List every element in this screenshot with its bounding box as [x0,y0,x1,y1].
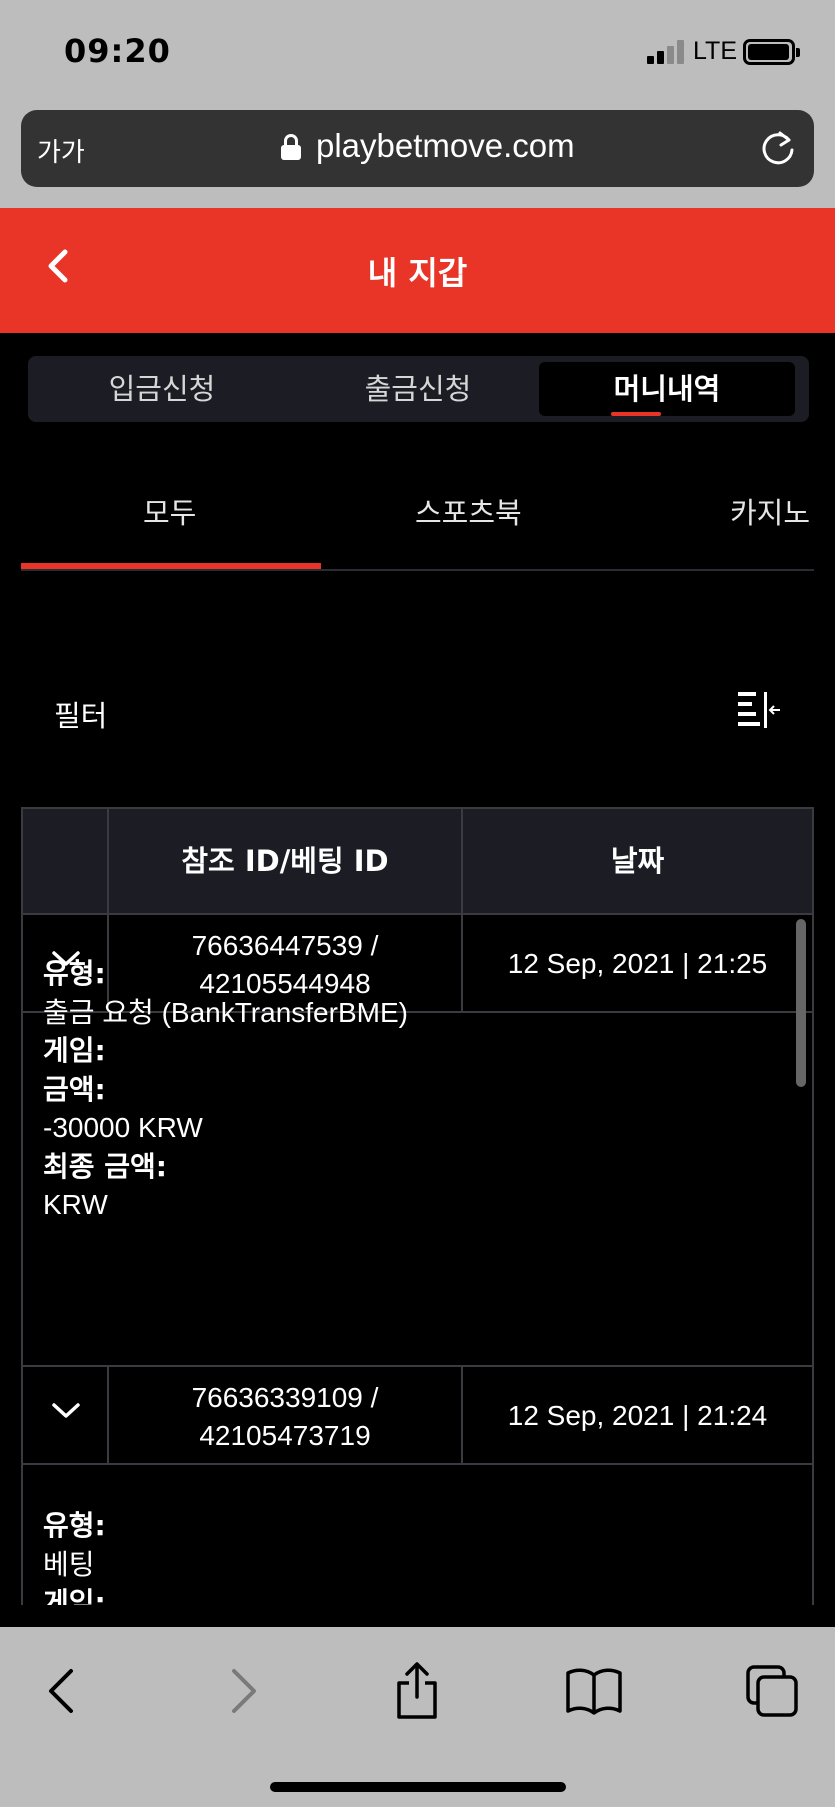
table-header: 참조 ID/베팅 ID 날짜 [21,807,814,915]
tab-withdraw-request[interactable]: 출금신청 [290,362,546,416]
final-amount-label: 최종 금액: [43,1149,167,1183]
game-label: 게임: [43,1586,106,1605]
browser-back-icon[interactable] [33,1661,93,1721]
browser-toolbar [0,1627,835,1807]
game-label: 게임: [43,1034,106,1067]
column-header-date: 날짜 [610,844,665,878]
table-row-summary[interactable]: 76636339109 / 42105473719 12 Sep, 2021 |… [23,1367,812,1465]
column-header-ref-id: 참조 ID/베팅 ID [181,844,389,878]
signal-icon [647,40,685,64]
reader-text-size-button[interactable]: 가가 [37,132,85,169]
ref-bet-id: 76636339109 / 42105473719 [109,1379,461,1455]
status-time: 09:20 [64,32,171,70]
type-label: 유형: [43,1509,106,1542]
network-label: LTE [693,37,737,65]
row-details: 유형: 베팅 게임: [43,1507,106,1605]
filter-label: 필터 [54,699,108,733]
category-active-indicator [21,563,321,569]
type-value: 출금 요청 (BankTransferBME) [43,996,408,1028]
chevron-down-icon[interactable] [51,1401,81,1421]
page-title: 내 지갑 [367,254,468,292]
row-date: 12 Sep, 2021 | 21:24 [507,1400,768,1431]
lock-icon [281,134,301,160]
browser-url-strip: 가가 playbetmove.com [0,102,835,208]
final-amount-value: KRW [43,1189,108,1220]
column-divider [107,809,109,913]
tab-all[interactable]: 모두 [143,490,196,532]
url-text[interactable]: playbetmove.com [316,127,575,165]
ref-id: 76636339109 / [191,1382,379,1413]
tabs-icon[interactable] [742,1661,802,1721]
table-row: 76636339109 / 42105473719 12 Sep, 2021 |… [21,1367,814,1605]
tab-deposit-request[interactable]: 입금신청 [34,362,290,416]
amount-label: 금액: [43,1072,106,1106]
column-divider [461,809,463,913]
table-row: 76636447539 / 42105544948 12 Sep, 2021 |… [21,915,814,1367]
bet-id: 42105473719 [199,1420,371,1451]
tab-casino[interactable]: 카지노 [730,490,810,532]
tab-sportsbook[interactable]: 스포츠북 [415,490,522,532]
share-icon[interactable] [387,1661,447,1721]
type-label: 유형: [43,957,106,990]
wallet-segment-tabs: 입금신청 출금신청 머니내역 [28,356,809,422]
address-bar[interactable]: 가가 playbetmove.com [21,110,814,187]
category-tab-divider [21,569,814,571]
table-scrollbar[interactable] [796,919,806,1087]
battery-icon [743,39,800,65]
browser-forward-icon[interactable] [212,1661,272,1721]
money-history-table: 참조 ID/베팅 ID 날짜 76636447539 / 42105544948… [21,807,814,1605]
type-value: 베팅 [43,1548,95,1580]
amount-value: -30000 KRW [43,1112,203,1143]
status-bar: 09:20 LTE [0,0,835,102]
tab-money-history[interactable]: 머니내역 [539,362,795,416]
active-tab-indicator [611,412,661,416]
home-indicator [270,1782,566,1792]
filter-toggle-icon[interactable] [736,690,782,730]
reload-icon[interactable] [758,128,798,168]
app-header: 내 지갑 [0,208,835,333]
row-details: 유형: 출금 요청 (BankTransferBME) 게임: 금액: -300… [43,955,408,1225]
row-date: 12 Sep, 2021 | 21:25 [507,948,768,979]
bookmarks-icon[interactable] [564,1661,624,1721]
